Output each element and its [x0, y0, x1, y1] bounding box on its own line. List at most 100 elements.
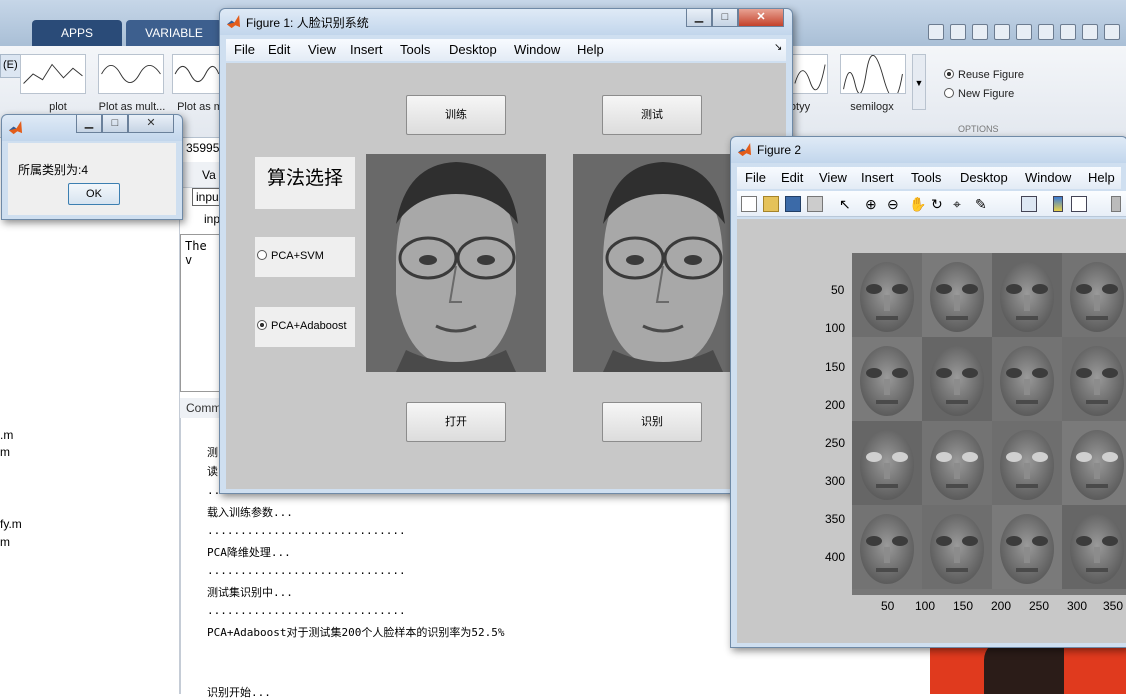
train-button[interactable]: 训练 — [406, 95, 506, 135]
menu-tools[interactable]: Tools — [911, 170, 941, 185]
figure2-title: Figure 2 — [757, 143, 802, 157]
message-box-window: ▁ □ ✕ 所属类别为:4 OK — [1, 114, 183, 220]
eigenface-cell — [1062, 253, 1126, 337]
radio-selected-icon — [944, 69, 954, 79]
command-line: PCA+Adaboost对于测试集200个人脸样本的识别率为52.5% — [207, 626, 505, 639]
file-item[interactable]: fy.m — [0, 517, 22, 531]
rotate-icon[interactable]: ↻ — [931, 196, 947, 212]
background-desktop-image — [930, 640, 1126, 694]
save-icon[interactable] — [950, 24, 966, 40]
y-tick: 400 — [825, 550, 846, 564]
menu-window[interactable]: Window — [1025, 170, 1071, 185]
y-tick: 200 — [825, 398, 846, 412]
file-item[interactable]: .m — [0, 428, 13, 442]
message-text: 所属类别为:4 — [18, 163, 89, 177]
menu-view[interactable]: View — [819, 170, 847, 185]
menu-insert[interactable]: Insert — [350, 42, 383, 57]
menu-edit[interactable]: Edit — [781, 170, 803, 185]
reuse-figure-option[interactable]: Reuse Figure — [944, 69, 1024, 81]
menu-help[interactable]: Help — [577, 42, 604, 57]
eigenface-cell — [852, 253, 922, 337]
switch-windows-icon[interactable] — [1082, 24, 1098, 40]
menu-window[interactable]: Window — [514, 42, 560, 57]
plot-thumb-semilogx[interactable] — [840, 54, 906, 99]
figure1-titlebar[interactable]: Figure 1: 人脸识别系统 ▁ □ ✕ — [220, 9, 792, 35]
eigenface-cell — [852, 421, 922, 505]
undo-icon[interactable] — [1038, 24, 1054, 40]
menu-insert[interactable]: Insert — [861, 170, 894, 185]
options-section-label: OPTIONS — [958, 124, 999, 134]
menu-help[interactable]: Help — [1088, 170, 1115, 185]
open-file-icon[interactable] — [763, 196, 779, 212]
menu-view[interactable]: View — [308, 42, 336, 57]
data-cursor-icon[interactable]: ⌖ — [953, 196, 969, 212]
variables-tab-label: Va — [202, 168, 216, 182]
ok-button[interactable]: OK — [68, 183, 120, 205]
dock-arrow-icon[interactable]: ↘ — [774, 42, 782, 53]
legend-icon[interactable] — [1071, 196, 1087, 212]
colorbar-icon[interactable] — [1053, 196, 1063, 212]
pointer-icon[interactable]: ↖ — [839, 196, 855, 212]
maximize-button[interactable]: □ — [102, 115, 128, 133]
message-box-titlebar[interactable]: ▁ □ ✕ — [2, 115, 182, 141]
close-button[interactable]: ✕ — [738, 9, 784, 27]
print-figure-icon[interactable] — [807, 196, 823, 212]
recognize-button[interactable]: 识别 — [602, 402, 702, 442]
eigenfaces-montage — [852, 253, 1126, 595]
editor-area[interactable]: The v — [180, 234, 224, 392]
matlab-logo-icon — [226, 14, 241, 29]
test-button[interactable]: 测试 — [602, 95, 702, 135]
zoom-in-icon[interactable]: ⊕ — [865, 196, 881, 212]
tab-variable[interactable]: VARIABLE — [126, 20, 222, 46]
editor-text: The v — [185, 239, 207, 267]
link-plot-icon[interactable] — [1021, 196, 1037, 212]
new-figure-option[interactable]: New Figure — [944, 88, 1014, 100]
menu-desktop[interactable]: Desktop — [449, 42, 497, 57]
message-box-body: 所属类别为:4 OK — [8, 143, 176, 215]
maximize-button[interactable]: □ — [712, 9, 738, 27]
cut-icon[interactable] — [972, 24, 988, 40]
option-pca-adaboost[interactable]: PCA+Adaboost — [255, 307, 355, 347]
plot-thumb-as-m[interactable] — [172, 54, 220, 94]
plot-thumb-plotyy[interactable] — [792, 54, 828, 94]
option-pca-svm[interactable]: PCA+SVM — [255, 237, 355, 277]
plot-label: plot — [49, 101, 67, 113]
command-line: 读 — [207, 465, 218, 478]
paste-icon[interactable] — [1016, 24, 1032, 40]
new-figure-label: New Figure — [958, 88, 1015, 100]
minimize-button[interactable]: ▁ — [76, 115, 102, 133]
redo-icon[interactable] — [1060, 24, 1076, 40]
figure2-titlebar[interactable]: Figure 2 — [731, 137, 1126, 163]
brush-icon[interactable]: ✎ — [975, 196, 991, 212]
zoom-out-icon[interactable]: ⊖ — [887, 196, 903, 212]
menu-edit[interactable]: Edit — [268, 42, 290, 57]
copy-icon[interactable] — [994, 24, 1010, 40]
menu-file[interactable]: File — [234, 42, 255, 57]
figure1-title: Figure 1: 人脸识别系统 — [246, 16, 369, 30]
open-button[interactable]: 打开 — [406, 402, 506, 442]
close-button[interactable]: ✕ — [128, 115, 174, 133]
save-figure-icon[interactable] — [785, 196, 801, 212]
menu-tools[interactable]: Tools — [400, 42, 430, 57]
command-line: .............................. — [207, 604, 406, 617]
y-tick: 50 — [831, 283, 845, 297]
gallery-dropdown-icon[interactable]: ▼ — [912, 54, 926, 110]
y-tick: 150 — [825, 360, 846, 374]
new-figure-icon[interactable] — [741, 196, 757, 212]
hide-tools-icon[interactable] — [1111, 196, 1121, 212]
plot-thumb-multiple[interactable] — [98, 54, 164, 94]
eigenface-cell — [922, 337, 992, 421]
menu-desktop[interactable]: Desktop — [960, 170, 1008, 185]
plot-thumb-plot[interactable] — [20, 54, 86, 94]
pan-icon[interactable]: ✋ — [909, 196, 926, 212]
menu-file[interactable]: File — [745, 170, 766, 185]
print-icon[interactable] — [928, 24, 944, 40]
x-tick: 350 — [1103, 599, 1124, 613]
eigenface-cell — [992, 337, 1062, 421]
file-item[interactable]: m — [0, 445, 10, 459]
option-pca-adaboost-label: PCA+Adaboost — [271, 320, 347, 332]
help-icon[interactable] — [1104, 24, 1120, 40]
tab-apps[interactable]: APPS — [32, 20, 122, 46]
minimize-button[interactable]: ▁ — [686, 9, 712, 27]
file-item[interactable]: m — [0, 535, 10, 549]
